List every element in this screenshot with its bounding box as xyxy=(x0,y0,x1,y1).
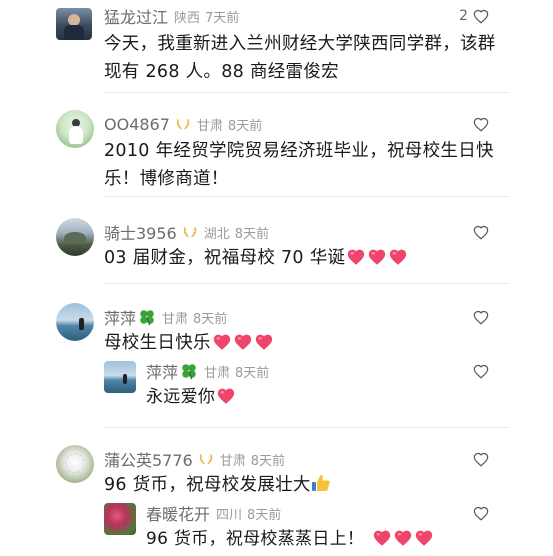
thumbs-up-emoji xyxy=(311,473,331,493)
avatar[interactable] xyxy=(104,361,136,393)
heart-outline-icon xyxy=(473,310,489,325)
heart-outline-icon xyxy=(473,364,489,379)
comment-item: 萍萍 甘肃 8天前 母校生日快乐 萍萍 甘肃 8天前 永远爱你 xyxy=(0,284,553,427)
region-label: 陕西 xyxy=(174,10,201,26)
time-label: 8天前 xyxy=(234,226,270,242)
like-count: 2 xyxy=(459,8,468,24)
laurel-badge-icon xyxy=(198,452,214,466)
commenter-name[interactable]: 骑士3956 xyxy=(104,220,177,244)
time-label: 7天前 xyxy=(205,10,240,26)
laurel-badge-icon xyxy=(182,225,198,239)
like-button[interactable] xyxy=(473,448,489,470)
red-heart-emoji xyxy=(346,248,409,266)
region-label: 甘肃 xyxy=(162,311,189,327)
like-button[interactable] xyxy=(473,113,489,135)
commenter-name[interactable]: 蒲公英5776 xyxy=(104,447,193,471)
time-label: 8天前 xyxy=(227,118,263,134)
region-label: 甘肃 xyxy=(196,118,223,134)
comment-item: 骑士3956 湖北 8天前 03 届财金，祝福母校 70 华诞 xyxy=(0,197,553,283)
time-label: 8天前 xyxy=(247,507,282,523)
red-heart-emoji xyxy=(216,387,237,405)
four-leaf-clover-emoji xyxy=(180,362,198,380)
avatar[interactable] xyxy=(56,303,94,341)
like-button[interactable] xyxy=(473,360,489,382)
comment-text: 03 届财金，祝福母校 70 华诞 xyxy=(104,244,409,272)
reply-commenter-name[interactable]: 萍萍 xyxy=(146,359,178,383)
comment-item: OO4867 甘肃 8天前 2010 年经贸学院贸易经济班毕业，祝母校生日快 乐… xyxy=(0,93,553,196)
reply-commenter-name[interactable]: 春暖花开 xyxy=(146,501,210,525)
time-label: 8天前 xyxy=(250,453,286,469)
reply-text: 永远爱你 xyxy=(146,383,237,411)
time-label: 8天前 xyxy=(235,365,270,381)
comment-text: 今天，我重新进入兰州财经大学陕西同学群，该群 现有 268 人。88 商经雷俊宏 xyxy=(104,34,496,82)
avatar[interactable] xyxy=(104,503,136,535)
commenter-name[interactable]: OO4867 xyxy=(104,115,170,134)
region-label: 四川 xyxy=(216,507,243,523)
avatar[interactable] xyxy=(56,110,94,148)
region-label: 甘肃 xyxy=(204,365,231,381)
heart-outline-icon xyxy=(473,506,489,521)
avatar[interactable] xyxy=(56,445,94,483)
red-heart-emoji xyxy=(212,333,275,351)
heart-outline-icon xyxy=(473,9,489,24)
comment-text: 2010 年经贸学院贸易经济班毕业，祝母校生日快 乐！博修商道！ xyxy=(104,141,494,189)
like-button[interactable] xyxy=(473,502,489,524)
comment-item: 猛龙过江 陕西 7天前 2 今天，我重新进入兰州财经大学陕西同学群，该群 现有 … xyxy=(0,0,553,92)
avatar[interactable] xyxy=(56,8,92,40)
time-label: 8天前 xyxy=(193,311,228,327)
commenter-name[interactable]: 猛龙过江 xyxy=(104,4,168,28)
four-leaf-clover-emoji xyxy=(138,308,156,326)
heart-outline-icon xyxy=(473,225,489,240)
like-button[interactable]: 2 xyxy=(459,5,489,27)
laurel-badge-icon xyxy=(175,117,191,131)
like-button[interactable] xyxy=(473,306,489,328)
reply-text: 96 货币，祝母校蒸蒸日上！ xyxy=(146,525,435,553)
comment-item: 蒲公英5776 甘肃 8天前 96 货币，祝母校发展壮大 春暖花开 四川 8天前… xyxy=(0,428,553,556)
comment-text: 母校生日快乐 xyxy=(104,329,275,357)
red-heart-emoji xyxy=(372,529,435,547)
heart-outline-icon xyxy=(473,452,489,467)
like-button[interactable] xyxy=(473,221,489,243)
avatar[interactable] xyxy=(56,218,94,256)
commenter-name[interactable]: 萍萍 xyxy=(104,305,136,329)
region-label: 甘肃 xyxy=(219,453,246,469)
comment-text: 96 货币，祝母校发展壮大 xyxy=(104,471,331,499)
heart-outline-icon xyxy=(473,117,489,132)
region-label: 湖北 xyxy=(203,226,230,242)
